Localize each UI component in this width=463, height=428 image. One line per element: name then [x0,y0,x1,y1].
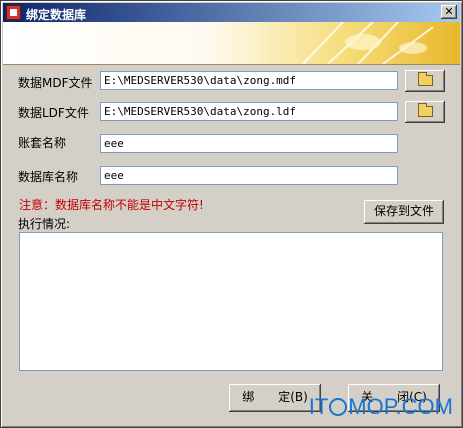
database-name-input[interactable]: eee [100,166,398,185]
bind-database-dialog: 绑定数据库 ✕ 数据MDF文件 E:\MEDSERVER530\data\zon… [0,0,463,428]
watermark-logo-icon [329,398,348,416]
ldf-file-input[interactable]: E:\MEDSERVER530\data\zong.ldf [100,102,398,121]
mdf-file-input[interactable]: E:\MEDSERVER530\data\zong.mdf [100,71,398,90]
folder-icon [418,103,433,117]
ldf-file-label: 数据LDF文件 [18,106,89,120]
header-banner [3,22,460,65]
mdf-file-label: 数据MDF文件 [18,76,93,90]
save-to-file-button[interactable]: 保存到文件 [364,200,444,224]
app-icon [6,5,21,20]
browse-mdf-button[interactable] [405,70,445,92]
title-bar[interactable]: 绑定数据库 ✕ [3,3,460,22]
folder-icon [418,72,433,86]
database-name-label: 数据库名称 [18,170,79,184]
window-title: 绑定数据库 [26,8,87,22]
account-name-label: 账套名称 [18,136,67,150]
watermark-text-right: MOP.COM [348,394,453,419]
browse-ldf-button[interactable] [405,101,445,123]
watermark-text-left: IT [308,394,329,419]
banner-graphic [302,22,434,64]
execution-log-area[interactable] [19,232,443,371]
bind-button[interactable]: 绑 定(B) [229,384,321,412]
itmop-watermark: IT MOP.COM [309,394,453,420]
close-window-button[interactable]: ✕ [441,5,457,19]
account-name-input[interactable]: eee [100,134,398,153]
warning-text: 注意：数据库名称不能是中文字符! [19,198,204,212]
execution-status-label: 执行情况: [18,217,71,231]
